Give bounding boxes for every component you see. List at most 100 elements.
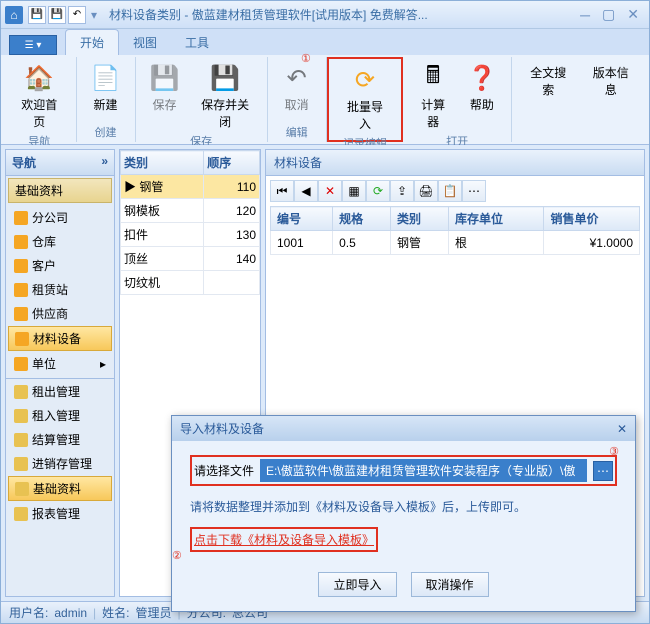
maximize-button[interactable]: ▢ bbox=[602, 6, 615, 23]
sidebar-item-label: 租赁站 bbox=[32, 281, 68, 298]
dialog-close-icon[interactable]: ✕ bbox=[617, 422, 627, 436]
nav-group-basic[interactable]: 基础资料 bbox=[8, 178, 112, 203]
file-label: 请选择文件 bbox=[194, 462, 254, 479]
welcome-button[interactable]: 🏠欢迎首页 bbox=[9, 59, 70, 133]
cancel-import-button[interactable]: 取消操作 bbox=[411, 572, 489, 597]
folder-icon bbox=[15, 482, 29, 496]
delete-icon[interactable]: ✕ bbox=[318, 180, 342, 202]
grid-col[interactable]: 类别 bbox=[391, 207, 449, 231]
item-icon bbox=[15, 332, 29, 346]
sidebar-item[interactable]: 分公司 bbox=[8, 206, 112, 229]
nav-panel: 导航» 基础资料 分公司仓库客户租赁站供应商材料设备单位 ▸ 租出管理租入管理结… bbox=[5, 149, 115, 597]
calculator-button[interactable]: 🖩计算器 bbox=[409, 59, 457, 133]
sidebar-item[interactable]: 材料设备 bbox=[8, 326, 112, 351]
save-icon: 💾 bbox=[149, 62, 181, 94]
sidebar-item[interactable]: 租赁站 bbox=[8, 278, 112, 301]
version-button[interactable]: 版本信息 bbox=[580, 59, 641, 101]
table-row[interactable]: 扣件130 bbox=[121, 223, 260, 247]
col-order[interactable]: 顺序 bbox=[204, 151, 260, 175]
grid-col[interactable]: 库存单位 bbox=[448, 207, 543, 231]
new-icon: 📄 bbox=[90, 62, 122, 94]
more-icon[interactable]: ⋯ bbox=[462, 180, 486, 202]
help-button[interactable]: ❓帮助 bbox=[459, 59, 505, 133]
dialog-titlebar[interactable]: 导入材料及设备 ✕ bbox=[172, 416, 635, 441]
sidebar-folder[interactable]: 报表管理 bbox=[8, 502, 112, 525]
tab-view[interactable]: 视图 bbox=[119, 30, 171, 55]
grid-icon[interactable]: ▦ bbox=[342, 180, 366, 202]
save-close-button[interactable]: 💾保存并关闭 bbox=[190, 59, 261, 133]
folder-icon bbox=[14, 457, 28, 471]
sidebar-folder[interactable]: 结算管理 bbox=[8, 428, 112, 451]
sidebar-folder[interactable]: 租入管理 bbox=[8, 404, 112, 427]
fulltext-button[interactable]: 全文搜索 bbox=[518, 59, 579, 101]
data-grid[interactable]: 编号规格类别库存单位销售单价 10010.5钢管根¥1.0000 bbox=[270, 206, 640, 255]
qat-save-icon[interactable]: 💾 bbox=[28, 6, 46, 24]
cancel-button[interactable]: ↶取消 bbox=[274, 59, 320, 116]
sidebar-folder[interactable]: 进销存管理 bbox=[8, 452, 112, 475]
refresh-icon[interactable]: ⟳ bbox=[366, 180, 390, 202]
table-row[interactable]: ▶ 钢管110 bbox=[121, 175, 260, 199]
print-icon[interactable]: 🖨 bbox=[414, 180, 438, 202]
save-button[interactable]: 💾保存 bbox=[142, 59, 188, 133]
group-empty-title bbox=[518, 128, 641, 140]
table-row[interactable]: 切纹机 bbox=[121, 271, 260, 295]
app-icon: ⌂ bbox=[5, 6, 23, 24]
minimize-button[interactable]: ─ bbox=[580, 7, 590, 23]
item-icon bbox=[14, 211, 28, 225]
sidebar-item[interactable]: 供应商 bbox=[8, 302, 112, 325]
sidebar-folder-label: 租入管理 bbox=[32, 407, 80, 424]
first-icon[interactable]: ⏮ bbox=[270, 180, 294, 202]
col-category[interactable]: 类别 bbox=[121, 151, 204, 175]
export-icon[interactable]: ⇪ bbox=[390, 180, 414, 202]
qat-saveclose-icon[interactable]: 💾 bbox=[48, 6, 66, 24]
qat-undo-icon[interactable]: ↶ bbox=[68, 6, 86, 24]
ribbon: ① 🏠欢迎首页 导航 📄新建 创建 💾保存 💾保存并关闭 保存 ↶取消 编辑 ⟳… bbox=[1, 55, 649, 145]
batch-import-button[interactable]: ⟳批量导入 bbox=[335, 61, 396, 135]
table-row[interactable]: 钢模板120 bbox=[121, 199, 260, 223]
dialog-hint: 请将数据整理并添加到《材料及设备导入模板》后，上传即可。 bbox=[190, 498, 526, 515]
titlebar: ⌂ 💾 💾 ↶ ▾ 材料设备类别 - 傲蓝建材租赁管理软件[试用版本] 免费解答… bbox=[1, 1, 649, 29]
item-icon bbox=[14, 235, 28, 249]
annotation-2: ② bbox=[172, 549, 182, 562]
sidebar-item[interactable]: 仓库 bbox=[8, 230, 112, 253]
chevron-icon[interactable]: » bbox=[101, 154, 108, 171]
close-button[interactable]: ✕ bbox=[627, 6, 639, 23]
sidebar-item[interactable]: 客户 bbox=[8, 254, 112, 277]
new-button[interactable]: 📄新建 bbox=[83, 59, 129, 116]
sidebar-folder-label: 结算管理 bbox=[32, 431, 80, 448]
save-close-icon: 💾 bbox=[209, 62, 241, 94]
sidebar-folder[interactable]: 基础资料 bbox=[8, 476, 112, 501]
file-path-input[interactable]: E:\傲蓝软件\傲蓝建材租赁管理软件安装程序（专业版）\傲 bbox=[260, 459, 587, 482]
sidebar-item-label: 材料设备 bbox=[33, 330, 81, 347]
folder-icon bbox=[14, 433, 28, 447]
folder-icon bbox=[14, 385, 28, 399]
undo-icon: ↶ bbox=[281, 62, 313, 94]
dialog-title: 导入材料及设备 bbox=[180, 420, 264, 437]
browse-button[interactable]: ⋯ bbox=[593, 461, 613, 481]
grid-col[interactable]: 销售单价 bbox=[544, 207, 640, 231]
qat-dropdown-icon[interactable]: ▾ bbox=[91, 8, 97, 22]
group-edit-title: 编辑 bbox=[274, 124, 320, 140]
category-table[interactable]: 类别顺序 ▶ 钢管110钢模板120扣件130顶丝140切纹机 bbox=[120, 150, 260, 295]
table-row[interactable]: 顶丝140 bbox=[121, 247, 260, 271]
status-user: admin bbox=[54, 606, 87, 620]
download-template-link[interactable]: 点击下载《材料及设备导入模板》 bbox=[194, 531, 374, 548]
folder-icon bbox=[14, 409, 28, 423]
sidebar-item[interactable]: 单位 ▸ bbox=[8, 352, 112, 375]
table-row[interactable]: 10010.5钢管根¥1.0000 bbox=[271, 231, 640, 255]
import-now-button[interactable]: 立即导入 bbox=[318, 572, 396, 597]
calc-icon: 🖩 bbox=[417, 62, 449, 94]
grid-col[interactable]: 规格 bbox=[333, 207, 391, 231]
item-icon bbox=[14, 307, 28, 321]
grid-col[interactable]: 编号 bbox=[271, 207, 333, 231]
tab-start[interactable]: 开始 bbox=[65, 29, 119, 55]
nav-header: 导航» bbox=[6, 150, 114, 176]
copy-icon[interactable]: 📋 bbox=[438, 180, 462, 202]
sidebar-item-label: 单位 bbox=[32, 355, 56, 372]
tab-tool[interactable]: 工具 bbox=[171, 30, 223, 55]
menu-combo[interactable]: ☰ ▾ bbox=[9, 35, 57, 55]
sidebar-folder[interactable]: 租出管理 bbox=[8, 380, 112, 403]
sidebar-item-label: 供应商 bbox=[32, 305, 68, 322]
prev-icon[interactable]: ◀ bbox=[294, 180, 318, 202]
import-dialog: 导入材料及设备 ✕ ③ 请选择文件 E:\傲蓝软件\傲蓝建材租赁管理软件安装程序… bbox=[171, 415, 636, 612]
